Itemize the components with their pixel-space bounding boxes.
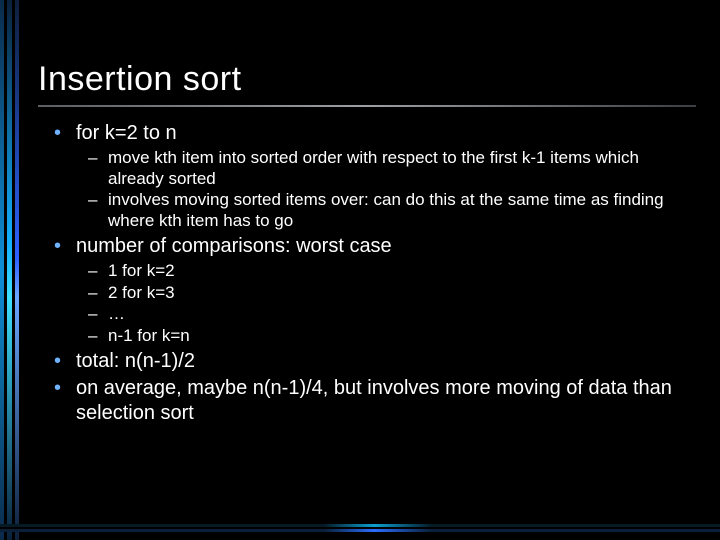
bottom-accent-stripes — [0, 524, 720, 534]
list-item-text: number of comparisons: worst case — [76, 235, 392, 257]
sub-list-item: 1 for k=2 — [88, 261, 696, 282]
list-item: total: n(n-1)/2 — [54, 349, 696, 374]
list-item-text: on average, maybe n(n-1)/4, but involves… — [76, 377, 672, 424]
list-item: for k=2 to n move kth item into sorted o… — [54, 121, 696, 232]
list-item-text: total: n(n-1)/2 — [76, 350, 195, 372]
slide-content: Insertion sort for k=2 to n move kth ite… — [38, 60, 696, 428]
sub-list-item: involves moving sorted items over: can d… — [88, 190, 696, 231]
sub-list-item: … — [88, 304, 696, 325]
bullet-list: for k=2 to n move kth item into sorted o… — [38, 121, 696, 426]
sub-list: 1 for k=2 2 for k=3 … n-1 for k=n — [76, 261, 696, 347]
sub-list-item: move kth item into sorted order with res… — [88, 148, 696, 189]
list-item: on average, maybe n(n-1)/4, but involves… — [54, 376, 696, 426]
sub-list: move kth item into sorted order with res… — [76, 148, 696, 232]
left-accent-stripes — [0, 0, 22, 540]
sub-list-item: n-1 for k=n — [88, 326, 696, 347]
title-rule — [38, 105, 696, 107]
list-item: number of comparisons: worst case 1 for … — [54, 234, 696, 347]
list-item-text: for k=2 to n — [76, 122, 177, 144]
slide-title: Insertion sort — [38, 60, 696, 99]
sub-list-item: 2 for k=3 — [88, 283, 696, 304]
